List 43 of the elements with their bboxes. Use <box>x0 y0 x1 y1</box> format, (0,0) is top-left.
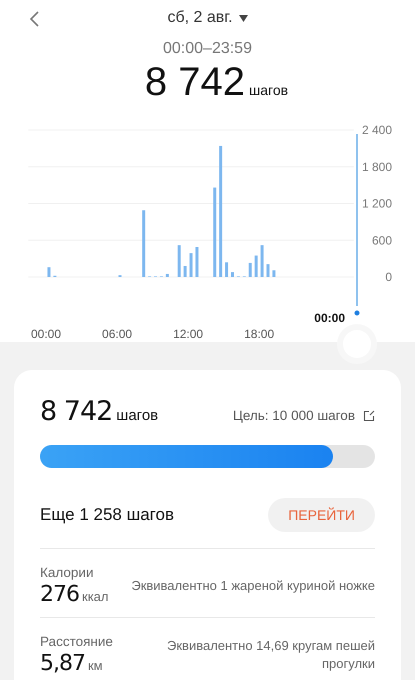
x-axis-label: 18:00 <box>244 327 274 340</box>
remaining-steps: Еще 1 258 шагов <box>40 505 174 525</box>
chart-bar <box>230 272 234 277</box>
chart-bar <box>178 245 181 277</box>
y-axis-label: 1 200 <box>362 196 392 210</box>
chart-bar <box>272 270 276 277</box>
date-selector[interactable]: сб, 2 авг. <box>167 9 233 27</box>
y-axis-label: 600 <box>372 233 392 248</box>
steps-unit: шагов <box>249 82 288 98</box>
chart-bar <box>184 266 187 277</box>
time-range: 00:00–23:59 <box>162 40 253 58</box>
dropdown-icon[interactable] <box>238 14 248 22</box>
stat-unit: ккал <box>82 589 108 604</box>
chart-bar <box>190 253 193 277</box>
steps-count: 8 742 <box>40 396 112 427</box>
x-axis-label: 00:00 <box>30 327 62 340</box>
chart-bar <box>142 210 146 277</box>
chart-bar <box>225 262 228 277</box>
stat-value: 276 <box>40 582 79 607</box>
chart-bar <box>166 274 169 277</box>
stat-value: 5,87 <box>40 651 85 676</box>
edit-icon[interactable] <box>363 410 375 422</box>
time-cursor[interactable] <box>354 134 360 316</box>
x-axis-label: 06:00 <box>102 327 132 340</box>
stat-label: Калории <box>40 565 94 580</box>
y-axis-label: 2 400 <box>362 123 392 137</box>
chart-bar <box>248 262 252 277</box>
equivalent-text: Эквивалентно 1 жареной куриной ножке <box>131 577 375 595</box>
chart-bar <box>266 264 270 277</box>
chart-bar <box>47 267 50 277</box>
steps-unit: шагов <box>116 407 158 424</box>
equivalent-text: Эквивалентно 14,69 кругам пешей прогулки <box>166 637 375 673</box>
y-axis-label: 0 <box>385 270 392 284</box>
y-axis-label: 1 800 <box>362 160 392 174</box>
stat-label: Расстояние <box>40 634 113 649</box>
chart-bar <box>195 247 198 277</box>
chart-bar <box>260 245 264 277</box>
chart-bar <box>254 256 258 277</box>
total-steps: 8 742 <box>144 60 246 105</box>
x-axis-label: 12:00 <box>173 327 204 340</box>
goal-text: Цель: 10 000 шагов <box>232 408 355 423</box>
stat-unit: км <box>88 658 103 673</box>
cursor-time-label: 00:00 <box>314 311 345 325</box>
